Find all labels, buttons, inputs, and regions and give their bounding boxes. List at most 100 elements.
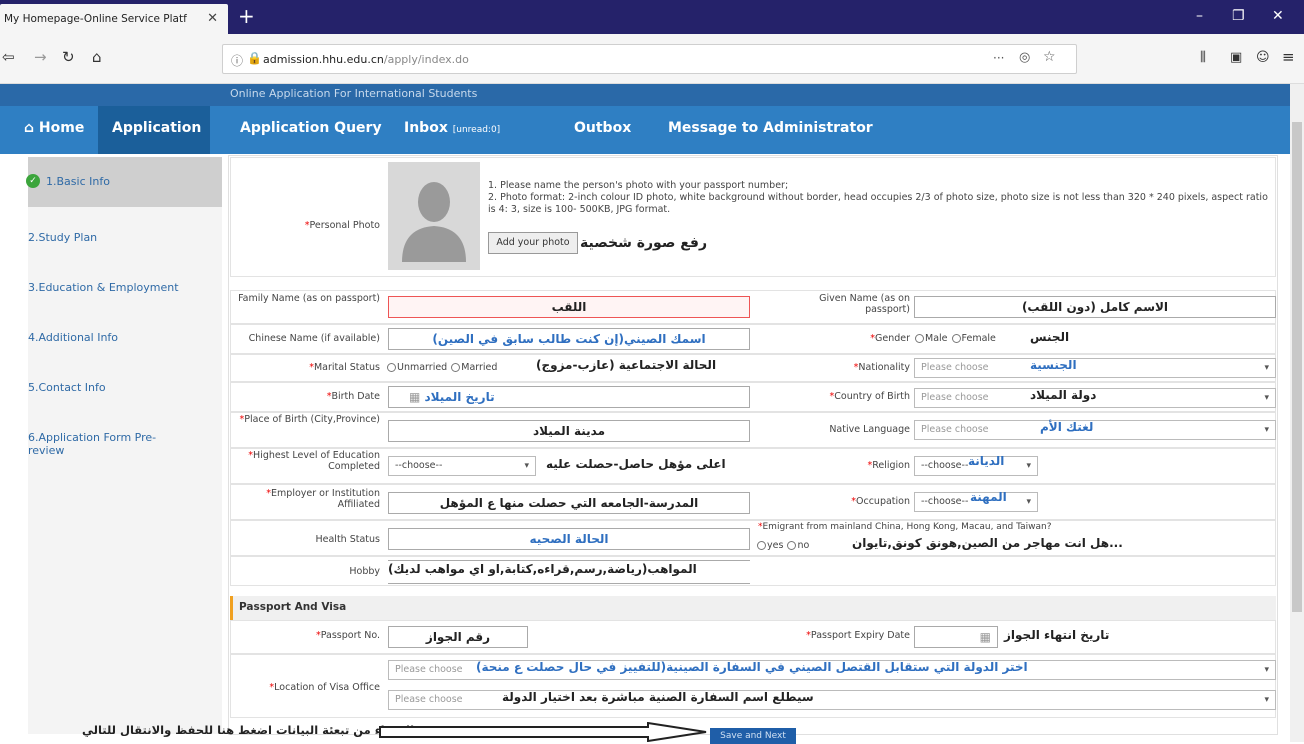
- check-icon: ✓: [26, 174, 40, 188]
- gender-label: *Gender: [870, 333, 910, 344]
- native-language-select[interactable]: Please choose ▾: [914, 420, 1276, 440]
- menu-application[interactable]: Application: [112, 120, 201, 136]
- chevron-down-icon: ▾: [1264, 695, 1269, 705]
- marital-unmarried-radio[interactable]: [387, 363, 396, 372]
- calendar-icon[interactable]: ▦: [980, 630, 991, 644]
- browser-title-bar: My Homepage-Online Service Platf ✕ + – ❐…: [0, 0, 1304, 34]
- page-actions-icon[interactable]: ···: [993, 51, 1004, 65]
- hobby-label: Hobby: [349, 566, 380, 577]
- tab-close-icon[interactable]: ✕: [207, 11, 218, 26]
- application-steps-sidebar: ✓ 1.Basic Info 2.Study Plan 3.Education …: [26, 157, 222, 734]
- religion-note: الديانة: [968, 454, 1005, 468]
- gender-options: Male Female: [914, 333, 996, 344]
- close-window-button[interactable]: ✕: [1272, 8, 1284, 24]
- given-name-label: Given Name (as on passport): [819, 293, 910, 315]
- menu-icon[interactable]: ≡: [1282, 48, 1295, 66]
- nationality-note: الجنسية: [1030, 358, 1077, 372]
- sidebar-toggle-icon[interactable]: ▣: [1230, 50, 1242, 65]
- row-education-religion: [230, 448, 1276, 484]
- education-select[interactable]: --choose-- ▾: [388, 456, 536, 476]
- sidebar-item-additional-info[interactable]: 4.Additional Info: [28, 313, 222, 363]
- place-birth-input[interactable]: مدينة الميلاد: [388, 420, 750, 442]
- sidebar-item-education[interactable]: 3.Education & Employment: [28, 263, 222, 313]
- photo-instruction-2: 2. Photo format: 2-inch colour ID photo,…: [488, 192, 1268, 215]
- passport-expiry-note: تاريخ انتهاء الجواز: [1004, 628, 1110, 642]
- sidebar-item-preview[interactable]: 6.Application Form Pre-review: [28, 413, 200, 463]
- photo-note: رفع صورة شخصية: [580, 235, 708, 251]
- add-photo-button[interactable]: Add your photo: [488, 232, 578, 254]
- passport-no-input[interactable]: رقم الجواز: [388, 626, 528, 648]
- occupation-label: *Occupation: [851, 496, 910, 507]
- emigrant-no-radio[interactable]: [787, 541, 797, 550]
- education-note: اعلى مؤهل حاصل-حصلت عليه: [546, 457, 726, 471]
- photo-row: [230, 157, 1276, 277]
- gender-note: الجنس: [1030, 330, 1070, 344]
- family-name-input[interactable]: اللقب: [388, 296, 750, 318]
- account-icon[interactable]: ☺: [1256, 50, 1270, 65]
- back-icon[interactable]: ⇦: [2, 48, 15, 66]
- marital-married-radio[interactable]: [451, 363, 461, 372]
- given-name-input[interactable]: الاسم كامل (دون اللقب): [914, 296, 1276, 318]
- birth-date-input[interactable]: ▦ تاريخ الميلاد: [388, 386, 750, 408]
- forward-icon[interactable]: →: [34, 48, 47, 66]
- hobby-input[interactable]: [388, 560, 750, 584]
- site-header: Online Application For International Stu…: [0, 84, 1290, 106]
- emigrant-options: yes no: [756, 540, 809, 551]
- visa-office-note: سيطلع اسم السفارة الصنية مباشرة بعد اختي…: [502, 690, 814, 704]
- passport-expiry-input[interactable]: ▦: [914, 626, 998, 648]
- menu-message-admin[interactable]: Message to Administrator: [668, 120, 873, 136]
- minimize-button[interactable]: –: [1196, 8, 1203, 24]
- nationality-label: *Nationality: [853, 362, 910, 373]
- menu-outbox[interactable]: Outbox: [574, 120, 631, 136]
- gender-male-radio[interactable]: [915, 334, 924, 343]
- passport-expiry-label: *Passport Expiry Date: [806, 630, 910, 641]
- menu-inbox[interactable]: Inbox [unread:0]: [404, 120, 500, 136]
- marital-label: *Marital Status: [309, 362, 380, 373]
- browser-tab[interactable]: My Homepage-Online Service Platf ✕: [0, 4, 228, 34]
- chevron-down-icon: ▾: [1264, 393, 1269, 403]
- emigrant-note: هل انت مهاجر من الصين,هونق كونق,تايوان..…: [852, 536, 1123, 550]
- country-birth-note: دولة الميلاد: [1030, 388, 1097, 402]
- education-label: *Highest Level of Education Completed: [248, 450, 380, 472]
- scrollbar-thumb[interactable]: [1292, 122, 1302, 612]
- sidebar-item-study-plan[interactable]: 2.Study Plan: [28, 213, 222, 263]
- menu-application-query[interactable]: Application Query: [240, 120, 382, 136]
- employer-label: *Employer or Institution Affiliated: [266, 488, 380, 510]
- info-icon[interactable]: ⓘ: [231, 52, 243, 69]
- photo-placeholder[interactable]: [388, 162, 480, 270]
- menu-home[interactable]: ⌂ Home: [24, 120, 84, 136]
- chinese-name-input[interactable]: اسمك الصيني(إن كنت طالب سابق في الصين): [388, 328, 750, 350]
- place-birth-label: *Place of Birth (City,Province): [239, 414, 380, 425]
- address-bar[interactable]: ⓘ 🔒 admission.hhu.edu.cn/apply/index.do …: [222, 44, 1077, 74]
- reload-icon[interactable]: ↻: [62, 48, 75, 66]
- gender-female-radio[interactable]: [951, 334, 961, 343]
- nationality-select[interactable]: Please choose ▾: [914, 358, 1276, 378]
- native-language-note: لغتك الأم: [1040, 420, 1094, 434]
- employer-input[interactable]: المدرسة-الجامعه التي حصلت منها ع المؤهل: [388, 492, 750, 514]
- row-chinese-gender: [230, 324, 1276, 354]
- maximize-button[interactable]: ❐: [1232, 8, 1245, 24]
- emigrant-yes-radio[interactable]: [757, 541, 766, 550]
- home-icon[interactable]: ⌂: [92, 48, 102, 66]
- row-employer-occupation: [230, 484, 1276, 520]
- url-text: admission.hhu.edu.cn/apply/index.do: [263, 53, 469, 66]
- calendar-icon[interactable]: ▦: [409, 390, 425, 404]
- chevron-down-icon: ▾: [1026, 461, 1031, 471]
- new-tab-button[interactable]: +: [238, 4, 255, 28]
- bookmark-star-icon[interactable]: ☆: [1043, 49, 1056, 65]
- health-input[interactable]: الحالة الصحيه: [388, 528, 750, 550]
- library-icon[interactable]: ⫼: [1200, 50, 1206, 65]
- religion-label: *Religion: [867, 460, 910, 471]
- arrow-annotation-icon: [379, 722, 707, 742]
- visa-office-label: *Location of Visa Office: [269, 682, 380, 693]
- chevron-down-icon: ▾: [524, 461, 529, 471]
- chevron-down-icon: ▾: [1264, 363, 1269, 373]
- site-title: Online Application For International Stu…: [230, 87, 478, 100]
- sidebar-item-contact-info[interactable]: 5.Contact Info: [28, 363, 222, 413]
- sidebar-item-basic-info[interactable]: ✓ 1.Basic Info: [26, 157, 222, 207]
- occupation-note: المهنة: [970, 490, 1007, 504]
- insecure-lock-icon: 🔒: [247, 51, 262, 65]
- row-hobby: [230, 556, 1276, 586]
- pocket-icon[interactable]: ◎: [1019, 50, 1030, 65]
- chevron-down-icon: ▾: [1026, 497, 1031, 507]
